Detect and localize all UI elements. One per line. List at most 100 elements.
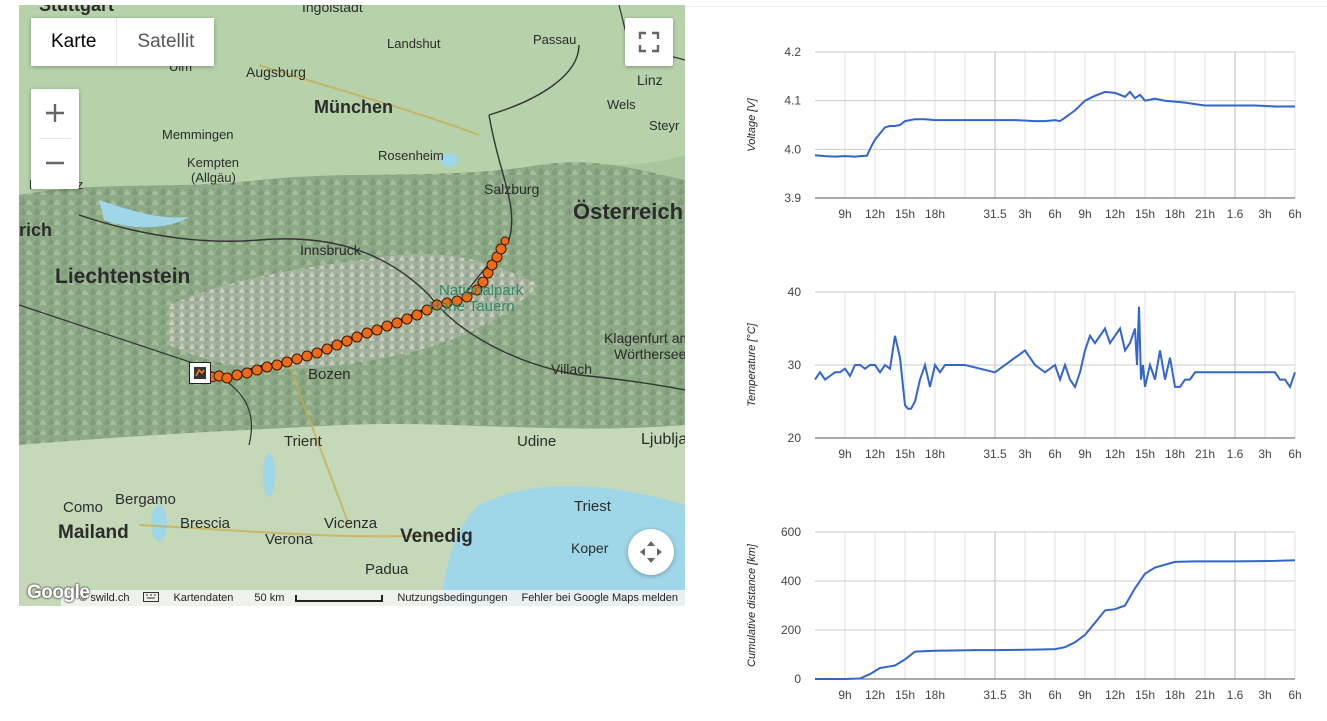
x-tick-label: 12h <box>1105 207 1125 221</box>
x-tick-label: 18h <box>925 688 945 702</box>
y-tick-label: 600 <box>781 525 801 539</box>
x-tick-label: 6h <box>1288 207 1301 221</box>
x-tick-label: 15h <box>1135 688 1155 702</box>
map-label-udine: Udine <box>517 433 557 450</box>
terms-link[interactable]: Nutzungsbedingungen <box>390 592 514 604</box>
x-tick-label: 6h <box>1288 688 1301 702</box>
keyboard-shortcuts-icon[interactable] <box>136 591 166 605</box>
x-tick-label: 3h <box>1018 688 1031 702</box>
distance-chart-svg[interactable]: 600 400 200 0 9h 12h 15h 18h 31.5 3h 6h 9h 12h 15h 18h… <box>700 520 1327 715</box>
voltage-chart: 4.2 4.1 4.0 3.9 9h 12h 15h 18h 31.5 3h 6h 9h 12h 15h 1… <box>700 40 1327 230</box>
track-point <box>341 335 353 347</box>
start-marker-icon[interactable] <box>189 362 211 384</box>
map-label-koper: Koper <box>571 540 609 556</box>
pan-arrows-icon <box>640 541 662 563</box>
track-point <box>311 347 323 359</box>
map-label-brescia: Brescia <box>180 515 231 532</box>
x-tick-label: 31.5 <box>983 207 1007 221</box>
map-label-allgaeu: (Allgäu) <box>191 170 236 185</box>
track-point <box>331 339 343 351</box>
x-tick-label: 3h <box>1258 207 1271 221</box>
y-tick-label: 200 <box>781 623 801 637</box>
x-tick-label: 21h <box>1195 207 1215 221</box>
track-point <box>271 359 283 371</box>
x-tick-label: 6h <box>1288 447 1301 461</box>
x-tick-label: 1.6 <box>1227 447 1244 461</box>
map-label-ljubljana: Ljublja <box>641 431 685 448</box>
x-tick-label: 18h <box>1165 688 1185 702</box>
map-label-woerthersee: Wörthersee <box>614 346 685 362</box>
x-tick-label: 3h <box>1258 688 1271 702</box>
map-label-wels: Wels <box>607 97 636 112</box>
track-point <box>500 236 510 246</box>
y-tick-label: 30 <box>788 358 802 372</box>
y-tick-label: 4.1 <box>784 94 801 108</box>
track-point <box>361 327 373 339</box>
y-tick-label: 400 <box>781 574 801 588</box>
google-logo[interactable]: Google <box>27 582 90 604</box>
map-label-triest: Triest <box>574 498 611 515</box>
zoom-in-button[interactable] <box>31 89 79 137</box>
map-data-link[interactable]: Kartendaten <box>166 592 240 604</box>
x-tick-label: 18h <box>925 207 945 221</box>
x-tick-label: 9h <box>1078 447 1091 461</box>
x-tick-label: 18h <box>1165 447 1185 461</box>
map-label-zuerich: rich <box>19 220 53 240</box>
map-label-como: Como <box>63 499 104 516</box>
pan-control-button[interactable] <box>628 529 674 575</box>
x-tick-label: 9h <box>838 207 851 221</box>
x-tick-label: 12h <box>865 688 885 702</box>
attribution-strip: © swild.ch Kartendaten 50 km Nutzungsbed… <box>61 590 685 606</box>
x-tick-label: 18h <box>1165 207 1185 221</box>
y-tick-label: 3.9 <box>784 191 801 205</box>
map-label-mailand: Mailand <box>58 522 129 543</box>
distance-chart: 600 400 200 0 9h 12h 15h 18h 31.5 3h 6h 9h 12h 15h 18h… <box>700 520 1327 715</box>
x-tick-label: 21h <box>1195 447 1215 461</box>
map-label-stuttgart: Stuttgart <box>39 5 114 15</box>
fullscreen-button[interactable] <box>625 18 673 66</box>
map-label-innsbruck: Innsbruck <box>300 242 361 258</box>
x-tick-label: 9h <box>838 688 851 702</box>
x-tick-label: 12h <box>865 447 885 461</box>
temperature-chart: 40 30 20 9h 12h 15h 18h 31.5 3h 6h 9h 12h 15h 18h 21h 1… <box>700 280 1327 470</box>
map-label-memmingen: Memmingen <box>162 127 234 142</box>
x-tick-label: 9h <box>1078 207 1091 221</box>
track-point <box>291 353 303 365</box>
track-point <box>251 364 263 376</box>
zoom-out-button[interactable] <box>31 139 79 187</box>
report-error-link[interactable]: Fehler bei Google Maps melden <box>514 592 685 604</box>
map-label-salzburg: Salzburg <box>484 181 540 197</box>
map-view[interactable]: Stuttgart Ingolstadt Landshut Passau Ulm… <box>19 5 685 606</box>
map-label-trient: Trient <box>284 433 322 450</box>
map-label-liechtenstein: Liechtenstein <box>55 265 191 288</box>
map-type-karte-button[interactable]: Karte <box>31 18 117 66</box>
x-tick-label: 12h <box>1105 688 1125 702</box>
fullscreen-icon <box>638 31 660 53</box>
x-tick-label: 31.5 <box>983 688 1007 702</box>
charts-panel: 4.2 4.1 4.0 3.9 9h 12h 15h 18h 31.5 3h 6h 9h 12h 15h 1… <box>700 0 1327 721</box>
plus-icon <box>46 104 64 122</box>
cyclist-icon <box>194 367 206 379</box>
x-tick-label: 15h <box>1135 207 1155 221</box>
zoom-control <box>31 89 79 189</box>
map-label-padua: Padua <box>365 561 409 578</box>
map-type-switch: Karte Satellit <box>31 18 215 66</box>
y-tick-label: 0 <box>794 672 801 686</box>
x-tick-label: 3h <box>1258 447 1271 461</box>
map-type-satellit-button[interactable]: Satellit <box>116 18 215 66</box>
x-tick-label: 6h <box>1048 688 1061 702</box>
y-tick-label: 20 <box>788 431 802 445</box>
voltage-chart-svg[interactable]: 4.2 4.1 4.0 3.9 9h 12h 15h 18h 31.5 3h 6h 9h 12h 15h 1… <box>700 40 1327 230</box>
y-tick-label: 4.0 <box>784 142 801 156</box>
temperature-chart-svg[interactable]: 40 30 20 9h 12h 15h 18h 31.5 3h 6h 9h 12h 15h 18h 21h 1… <box>700 280 1327 470</box>
track-point <box>221 372 233 384</box>
map-label-hohe-tauern: Hohe Tauern <box>429 298 515 315</box>
scale-indicator[interactable]: 50 km <box>240 592 390 604</box>
map-label-passau: Passau <box>533 32 577 47</box>
map-label-rosenheim: Rosenheim <box>378 148 444 163</box>
map-label-klagenfurt: Klagenfurt am <box>604 330 685 346</box>
x-tick-label: 1.6 <box>1227 207 1244 221</box>
x-tick-label: 15h <box>1135 447 1155 461</box>
x-tick-label: 15h <box>895 688 915 702</box>
map-label-ingolstadt: Ingolstadt <box>302 5 363 15</box>
